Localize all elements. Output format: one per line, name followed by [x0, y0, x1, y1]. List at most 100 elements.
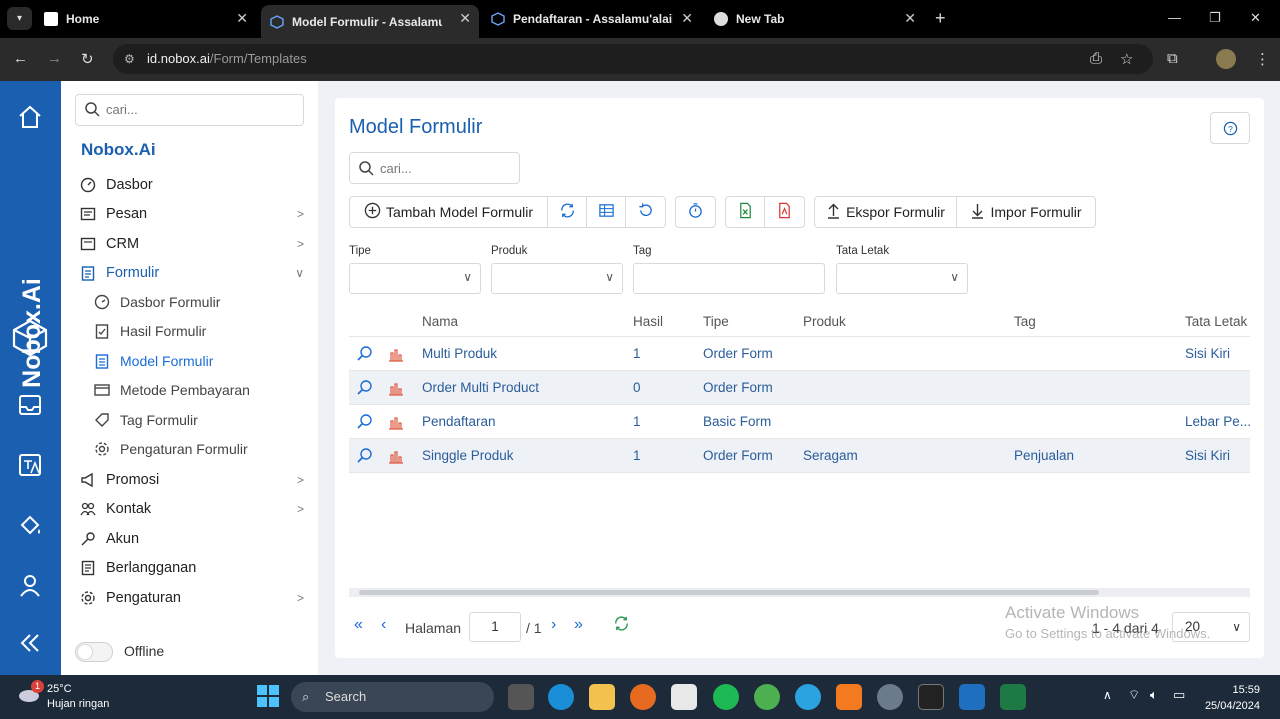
next-page-icon[interactable]: › — [551, 616, 556, 634]
report-chart-icon[interactable] — [387, 379, 405, 397]
column-produk[interactable]: Produk — [803, 314, 846, 329]
firefox-icon[interactable] — [630, 684, 656, 710]
filter-tata-letak-select[interactable]: ∨ — [836, 263, 968, 294]
export-form-button[interactable]: Ekspor Formulir — [815, 197, 957, 227]
wifi-icon[interactable]: ⌔ — [1128, 687, 1140, 703]
menu-akun[interactable]: Akun — [79, 527, 309, 551]
table-row[interactable]: Pendaftaran 1 Basic Form Lebar Pe... — [349, 405, 1250, 439]
profile-avatar[interactable] — [1216, 49, 1236, 69]
menu-berlangganan[interactable]: Berlangganan — [79, 556, 309, 580]
translate-icon[interactable] — [16, 451, 44, 479]
terminal-icon[interactable] — [918, 684, 944, 710]
column-hasil[interactable]: Hasil — [633, 314, 663, 329]
more-menu-icon[interactable]: ⋮ — [1255, 50, 1270, 68]
store-icon[interactable] — [671, 684, 697, 710]
menu-dasbor[interactable]: Dasbor — [79, 173, 309, 197]
report-chart-icon[interactable] — [387, 345, 405, 363]
reload-icon[interactable]: ↻ — [81, 50, 94, 68]
task-view-icon[interactable] — [508, 684, 534, 710]
first-page-icon[interactable]: « — [354, 616, 363, 634]
last-page-icon[interactable]: » — [574, 616, 583, 634]
column-tipe[interactable]: Tipe — [703, 314, 729, 329]
back-icon[interactable]: ← — [13, 50, 28, 67]
menu-pesan[interactable]: Pesan > — [79, 202, 309, 226]
user-icon[interactable] — [16, 571, 44, 599]
excel-icon[interactable] — [1000, 684, 1026, 710]
filter-tipe-select[interactable]: ∨ — [349, 263, 481, 294]
view-icon[interactable] — [356, 413, 374, 431]
taskbar-clock[interactable]: 15:59 25/04/2024 — [1205, 682, 1260, 714]
close-icon[interactable]: ✕ — [236, 10, 248, 27]
report-chart-icon[interactable] — [387, 413, 405, 431]
extensions-icon[interactable]: ⧉ — [1167, 50, 1178, 67]
export-excel-button[interactable] — [726, 197, 765, 227]
submenu-tag-formulir[interactable]: Tag Formulir — [93, 408, 323, 432]
view-icon[interactable] — [356, 345, 374, 363]
edge-icon[interactable] — [548, 684, 574, 710]
submenu-metode-pembayaran[interactable]: Metode Pembayaran — [93, 378, 323, 402]
menu-pengaturan[interactable]: Pengaturan > — [79, 586, 309, 610]
submenu-hasil-formulir[interactable]: Hasil Formulir — [93, 319, 323, 343]
tab-search-button[interactable]: ▾ — [7, 7, 32, 30]
site-info-icon[interactable]: ⚙ — [124, 44, 135, 74]
export-pdf-button[interactable] — [765, 197, 804, 227]
submenu-pengaturan-formulir[interactable]: Pengaturan Formulir — [93, 437, 323, 461]
menu-crm[interactable]: CRM > — [79, 232, 309, 256]
windows-start-icon[interactable] — [257, 685, 279, 710]
install-app-icon[interactable]: ⎙ — [1090, 50, 1102, 67]
scrollbar-thumb[interactable] — [359, 590, 1099, 595]
column-tag[interactable]: Tag — [1014, 314, 1036, 329]
forward-icon[interactable]: → — [47, 50, 62, 67]
sidebar-search-input[interactable] — [106, 102, 286, 117]
restore-button[interactable]: ❐ — [1209, 10, 1221, 26]
new-tab-button[interactable]: + — [935, 8, 946, 29]
menu-formulir[interactable]: Formulir ∨ — [79, 261, 309, 285]
nobox-app-icon[interactable] — [959, 684, 985, 710]
menu-promosi[interactable]: Promosi > — [79, 468, 309, 492]
import-form-button[interactable]: Impor Formulir — [957, 197, 1095, 227]
minimize-button[interactable]: — — [1168, 10, 1181, 25]
refresh-button[interactable] — [548, 197, 587, 227]
table-row[interactable]: Singgle Produk 1 Order Form Seragam Penj… — [349, 439, 1250, 473]
telegram-icon[interactable] — [795, 684, 821, 710]
form-search-input[interactable]: cari... — [349, 152, 520, 184]
close-icon[interactable]: ✕ — [681, 10, 693, 27]
filter-tag-input[interactable] — [633, 263, 825, 294]
tab-home[interactable]: Home ✕ — [44, 5, 256, 33]
volume-icon[interactable]: 🔈︎ — [1150, 687, 1158, 703]
page-number-input[interactable]: 1 — [469, 612, 521, 642]
collapse-icon[interactable] — [16, 629, 44, 657]
menu-kontak[interactable]: Kontak > — [79, 497, 309, 521]
tab-new-tab[interactable]: New Tab ✕ — [714, 5, 924, 33]
battery-icon[interactable]: ▭ — [1173, 687, 1185, 703]
xampp-icon[interactable] — [836, 684, 862, 710]
taskbar-search[interactable]: ⌕ Search — [291, 682, 494, 712]
submenu-model-formulir[interactable]: Model Formulir — [93, 349, 323, 373]
chrome-icon[interactable] — [754, 684, 780, 710]
paint-bucket-icon[interactable] — [16, 511, 44, 539]
tab-pendaftaran[interactable]: Pendaftaran - Assalamu'alaiku ✕ — [491, 5, 701, 33]
table-view-button[interactable] — [587, 197, 626, 227]
close-icon[interactable]: ✕ — [904, 10, 916, 27]
horizontal-scrollbar[interactable] — [349, 588, 1250, 597]
column-nama[interactable]: Nama — [422, 314, 458, 329]
close-window-button[interactable]: ✕ — [1250, 10, 1261, 26]
inbox-icon[interactable] — [16, 391, 44, 419]
timer-button[interactable] — [676, 197, 715, 227]
spotify-icon[interactable] — [713, 684, 739, 710]
filter-produk-select[interactable]: ∨ — [491, 263, 623, 294]
add-form-template-button[interactable]: Tambah Model Formulir — [350, 197, 548, 227]
prev-page-icon[interactable]: ‹ — [381, 616, 386, 634]
reset-button[interactable] — [626, 197, 665, 227]
url-field[interactable]: ⚙ id.nobox.ai/Form/Templates — [113, 44, 1153, 74]
report-chart-icon[interactable] — [387, 447, 405, 465]
tray-chevron-icon[interactable]: ∧ — [1103, 688, 1112, 702]
submenu-dasbor-formulir[interactable]: Dasbor Formulir — [93, 290, 323, 314]
online-status-toggle[interactable] — [75, 642, 113, 662]
column-tata-letak[interactable]: Tata Letak — [1185, 314, 1247, 329]
bookmark-star-icon[interactable]: ☆ — [1120, 50, 1133, 68]
view-icon[interactable] — [356, 379, 374, 397]
settings-icon[interactable] — [877, 684, 903, 710]
help-button[interactable]: ? — [1210, 112, 1250, 144]
weather-widget[interactable]: 1 25°C Hujan ringan — [17, 680, 109, 712]
